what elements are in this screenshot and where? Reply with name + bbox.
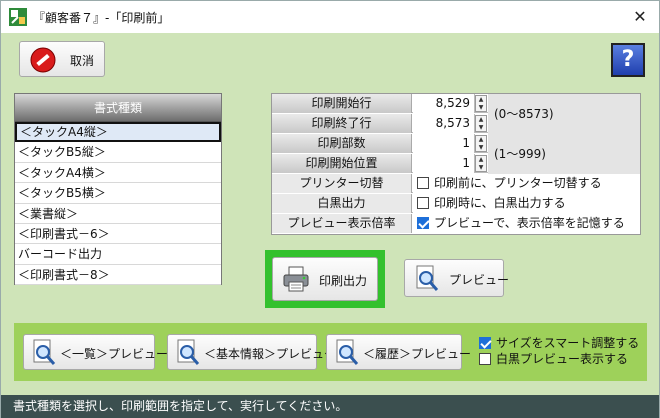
basic-info-preview-button[interactable]: ＜基本情報＞プレビュー — [167, 334, 336, 370]
zoom-label: プレビュー表示倍率 — [272, 214, 412, 233]
magnifier-icon — [33, 339, 56, 365]
printer-switch-row: プリンター切替 印刷前に、プリンター切替する — [272, 174, 640, 193]
end-row-label: 印刷終了行 — [272, 114, 412, 133]
history-preview-label: ＜履歴＞プレビュー — [363, 347, 472, 361]
mono-preview-checkbox[interactable]: 白黒プレビュー表示する — [479, 350, 628, 367]
print-label: 印刷出力 — [319, 274, 368, 288]
printer-switch-label: プリンター切替 — [272, 174, 412, 193]
list-preview-label: ＜一覧＞プレビュー — [60, 347, 169, 361]
print-dialog: 『顧客番７』-「印刷前」 ✕ 取消 ? 書式種類 ＜タックA4縦＞ ＜タックB5… — [0, 0, 660, 418]
format-list-header: 書式種類 — [15, 94, 221, 122]
zoom-row: プレビュー表示倍率 プレビューで、表示倍率を記憶する — [272, 214, 640, 233]
help-button[interactable]: ? — [611, 43, 645, 77]
end-row-spinner-icon[interactable]: ▲ ▼ — [475, 115, 487, 132]
print-settings-table: 印刷開始行 8,529 ▲ ▼ 印刷終了行 8,573 ▲ ▼ (0～8573) 印… — [271, 93, 641, 235]
start-row-spinner-icon[interactable]: ▲ ▼ — [475, 95, 487, 112]
smart-size-text: サイズをスマート調整する — [496, 336, 640, 350]
title-bar: 『顧客番７』-「印刷前」 ✕ — [1, 1, 659, 33]
copies-range-hint: (1～999) — [488, 134, 640, 174]
format-item-print-format-8[interactable]: ＜印刷書式－8＞ — [15, 265, 221, 286]
checkbox-checked-icon — [417, 217, 429, 229]
magnifier-icon — [416, 265, 439, 291]
mono-output-text: 印刷時に、白黒出力する — [434, 196, 566, 210]
format-item-tack-b5-landscape[interactable]: ＜タックB5横＞ — [15, 183, 221, 204]
checkbox-icon — [417, 197, 429, 209]
close-icon[interactable]: ✕ — [625, 5, 655, 29]
print-button[interactable]: 印刷出力 — [272, 257, 378, 301]
zoom-checkbox[interactable]: プレビューで、表示倍率を記憶する — [413, 214, 640, 233]
checkbox-checked-icon — [479, 337, 491, 349]
printer-switch-text: 印刷前に、プリンター切替する — [434, 176, 602, 190]
copies-spinner-icon[interactable]: ▲ ▼ — [475, 135, 487, 152]
cancel-label: 取消 — [70, 54, 95, 68]
cancel-button[interactable]: 取消 — [19, 41, 105, 77]
mono-output-checkbox[interactable]: 印刷時に、白黒出力する — [413, 194, 640, 213]
row-range-hint: (0～8573) — [488, 94, 640, 134]
format-item-postcard[interactable]: ＜業書縦＞ — [15, 204, 221, 224]
magnifier-icon — [177, 339, 200, 365]
copies-input[interactable]: 1 — [413, 134, 475, 153]
app-icon — [9, 8, 27, 26]
history-preview-button[interactable]: ＜履歴＞プレビュー — [326, 334, 471, 370]
format-item-tack-a4-portrait[interactable]: ＜タックA4縦＞ — [15, 122, 221, 143]
format-item-tack-a4-landscape[interactable]: ＜タックA4横＞ — [15, 163, 221, 184]
list-preview-button[interactable]: ＜一覧＞プレビュー — [23, 334, 168, 370]
format-item-tack-b5-portrait[interactable]: ＜タックB5縦＞ — [15, 142, 221, 163]
status-bar: 書式種類を選択し、印刷範囲を指定して、実行してください。 — [1, 395, 659, 418]
start-row-input[interactable]: 8,529 — [413, 94, 475, 113]
start-row-label: 印刷開始行 — [272, 94, 412, 113]
checkbox-icon — [417, 177, 429, 189]
mono-output-label: 白黒出力 — [272, 194, 412, 213]
mono-output-row: 白黒出力 印刷時に、白黒出力する — [272, 194, 640, 213]
printer-icon — [283, 266, 309, 292]
start-position-spinner-icon[interactable]: ▲ ▼ — [475, 155, 487, 172]
smart-size-checkbox[interactable]: サイズをスマート調整する — [479, 334, 639, 351]
window-title: 『顧客番７』-「印刷前」 — [33, 11, 170, 25]
mono-preview-text: 白黒プレビュー表示する — [496, 352, 629, 366]
format-item-barcode[interactable]: バーコード出力 — [15, 244, 221, 265]
format-item-print-format-6[interactable]: ＜印刷書式－6＞ — [15, 224, 221, 245]
preview-label: プレビュー — [449, 273, 510, 287]
magnifier-icon — [336, 339, 359, 365]
preview-button[interactable]: プレビュー — [404, 259, 509, 297]
format-list: 書式種類 ＜タックA4縦＞ ＜タックB5縦＞ ＜タックA4横＞ ＜タックB5横＞… — [14, 93, 222, 286]
basic-info-preview-label: ＜基本情報＞プレビュー — [204, 347, 337, 361]
zoom-text: プレビューで、表示倍率を記憶する — [434, 216, 625, 230]
no-entry-icon — [30, 47, 56, 73]
printer-switch-checkbox[interactable]: 印刷前に、プリンター切替する — [413, 174, 640, 193]
start-position-input[interactable]: 1 — [413, 154, 475, 173]
copies-label: 印刷部数 — [272, 134, 412, 153]
checkbox-icon — [479, 353, 491, 365]
end-row-input[interactable]: 8,573 — [413, 114, 475, 133]
start-position-label: 印刷開始位置 — [272, 154, 412, 173]
